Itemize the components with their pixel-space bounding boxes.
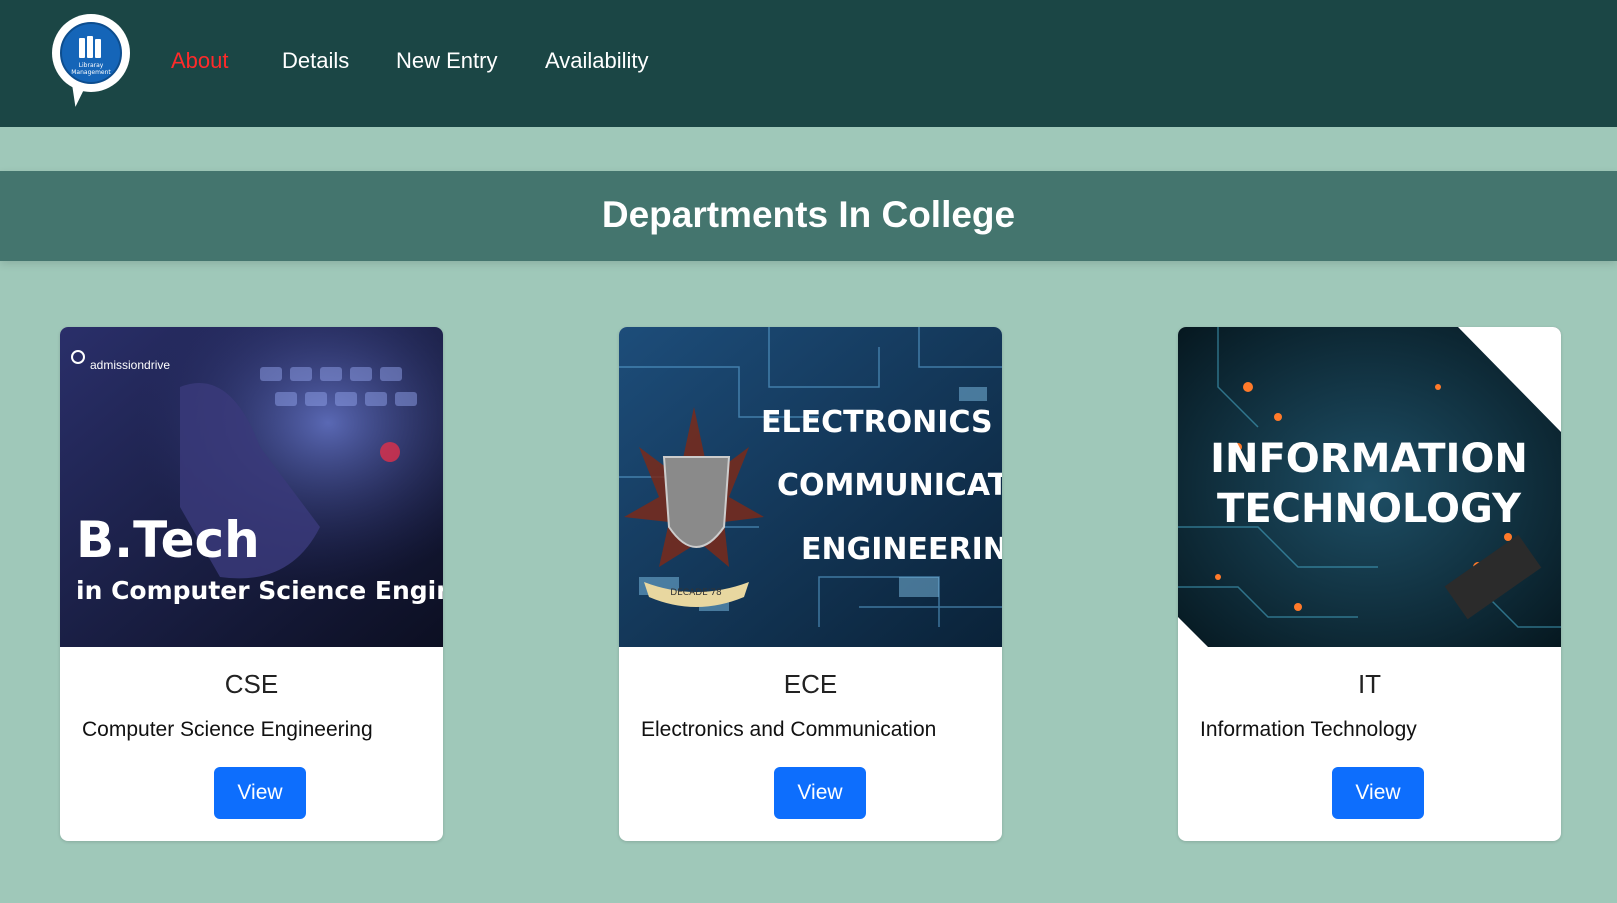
card-description: Information Technology xyxy=(1200,718,1417,741)
section-banner: Departments In College xyxy=(0,171,1617,261)
navbar: Libraray Management About Details New En… xyxy=(0,0,1617,127)
view-button-cse[interactable]: View xyxy=(214,767,306,819)
ece-image-line1: ELECTRONICS AND xyxy=(761,405,1002,440)
cse-image-brand: admissiondrive xyxy=(90,358,170,372)
nav-link-new-entry[interactable]: New Entry xyxy=(396,48,497,74)
card-title: IT xyxy=(1357,669,1382,699)
logo-text-line2: Management xyxy=(71,69,111,76)
card-description: Computer Science Engineering xyxy=(82,718,373,741)
it-card-image: INFORMATION TECHNOLOGY xyxy=(1178,327,1561,647)
nav-link-about[interactable]: About xyxy=(171,48,229,74)
it-image-line1: INFORMATION xyxy=(1210,436,1528,482)
department-card-cse: admissiondrive B.Tech in Computer Scienc… xyxy=(60,327,443,841)
view-button-ece[interactable]: View xyxy=(774,767,866,819)
view-button-it[interactable]: View xyxy=(1332,767,1424,819)
department-card-it: INFORMATION TECHNOLOGY IT Information Te… xyxy=(1178,327,1561,841)
card-description: Electronics and Communication xyxy=(641,718,937,741)
ece-image-line3: ENGINEERING xyxy=(801,532,1002,567)
department-card-ece: DECADE'78 ELECTRONICS AND COMMUNICATIONS… xyxy=(619,327,1002,841)
nav-link-availability[interactable]: Availability xyxy=(545,48,649,74)
ece-card-image: DECADE'78 ELECTRONICS AND COMMUNICATIONS… xyxy=(619,327,1002,647)
ece-image-line2: COMMUNICATIONS xyxy=(777,468,1002,503)
logo-text-line1: Libraray xyxy=(78,62,104,69)
card-title: ECE xyxy=(783,669,838,699)
cse-card-image: admissiondrive B.Tech in Computer Scienc… xyxy=(60,327,443,647)
nav-link-details[interactable]: Details xyxy=(282,48,349,74)
section-title: Departments In College xyxy=(601,194,1016,235)
card-title: CSE xyxy=(224,669,279,699)
it-image-line2: TECHNOLOGY xyxy=(1217,486,1522,532)
cse-image-line1: B.Tech xyxy=(76,511,260,569)
cse-image-line2: in Computer Science Engineering xyxy=(76,576,443,605)
ece-image-badge: DECADE'78 xyxy=(670,588,722,598)
